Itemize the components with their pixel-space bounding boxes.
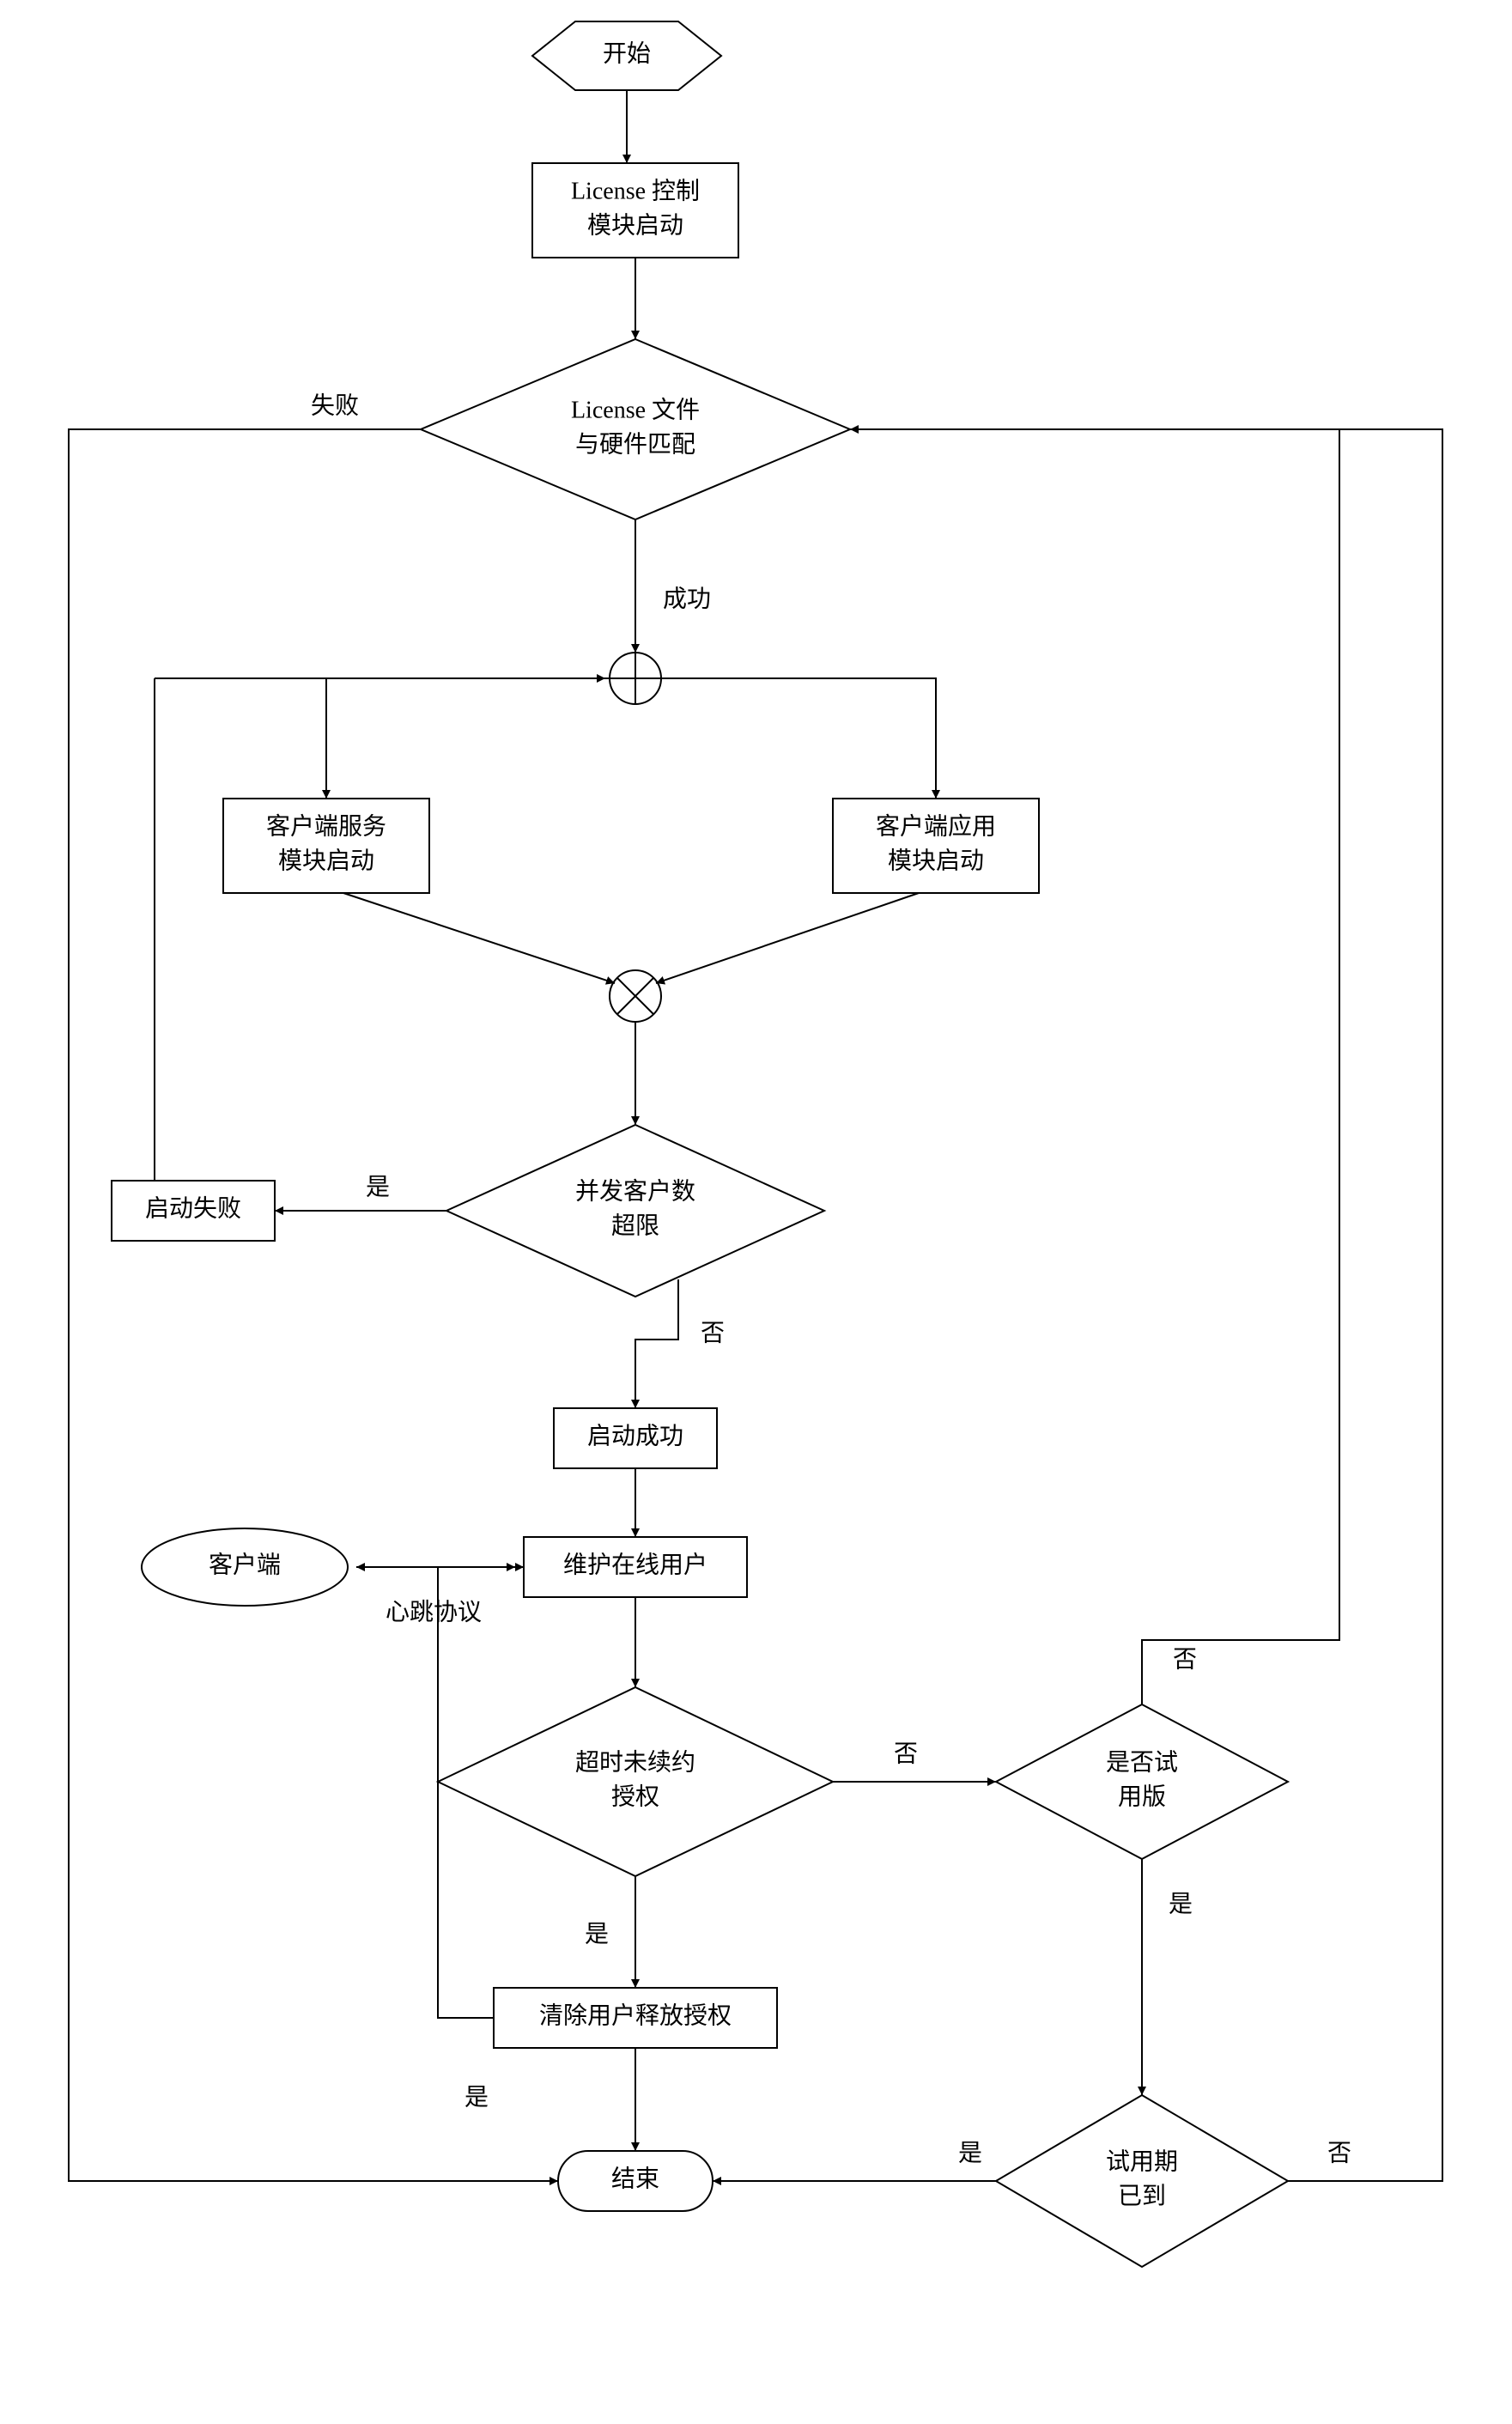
start-ok-label: 启动成功 [587, 1422, 683, 1449]
client-app-line1: 客户端应用 [876, 812, 996, 840]
client-label: 客户端 [209, 1551, 281, 1578]
label-success: 成功 [663, 585, 711, 612]
edge-app-x [656, 893, 919, 983]
flowchart: 开始 License 控制 模块启动 License 文件 与硬件匹配 客户端服… [0, 0, 1512, 2424]
overlimit-line2: 超限 [611, 1212, 659, 1239]
edge-overlimit-ok [635, 1279, 678, 1408]
label-yes-due: 是 [958, 2140, 982, 2166]
match-line2: 与硬件匹配 [575, 430, 695, 458]
label-no-auth: 否 [894, 1741, 918, 1767]
node-license-start: License 控制 模块启动 [532, 163, 738, 258]
end-label: 结束 [611, 2165, 659, 2192]
client-app-line2: 模块启动 [888, 847, 984, 874]
edge-service-x [343, 893, 615, 983]
client-service-line2: 模块启动 [278, 847, 374, 874]
client-service-line1: 客户端服务 [266, 812, 386, 840]
node-trial-due: 试用期 已到 [996, 2095, 1288, 2267]
overlimit-line1: 并发客户数 [575, 1177, 695, 1205]
node-end-auth: 超时未续约 授权 [438, 1687, 833, 1876]
end-auth-line2: 授权 [611, 1783, 659, 1810]
node-clear: 清除用户释放授权 [494, 1988, 777, 2048]
label-heartbeat: 心跳协议 [386, 1598, 482, 1625]
label-no-overlimit: 否 [701, 1320, 725, 1346]
start-fail-label: 启动失败 [145, 1194, 241, 1222]
node-start-ok: 启动成功 [554, 1408, 717, 1468]
license-start-line2: 模块启动 [587, 211, 683, 239]
node-client-service: 客户端服务 模块启动 [223, 799, 429, 893]
label-no-trial: 否 [1173, 1646, 1197, 1673]
node-start: 开始 [532, 21, 721, 90]
node-join-x [610, 970, 661, 1022]
trial-line2: 用版 [1118, 1783, 1166, 1810]
node-start-fail: 启动失败 [112, 1181, 275, 1241]
label-yes-clear: 是 [465, 2084, 489, 2111]
node-client: 客户端 [142, 1528, 348, 1606]
edge-trial-no-match [850, 429, 1339, 1704]
trial-due-line2: 已到 [1118, 2183, 1166, 2209]
label-no-due: 否 [1327, 2140, 1351, 2166]
node-end: 结束 [558, 2151, 713, 2211]
label-yes-trial: 是 [1169, 1891, 1193, 1917]
maintain-label: 维护在线用户 [563, 1551, 707, 1578]
label-yes-overlimit: 是 [366, 1174, 390, 1200]
edge-due-no-match [850, 429, 1442, 2181]
node-trial: 是否试 用版 [996, 1704, 1288, 1859]
edge-plus-app [661, 678, 936, 799]
label-fail: 失败 [311, 392, 359, 419]
match-line1: License 文件 [571, 396, 700, 423]
node-maintain: 维护在线用户 [524, 1537, 747, 1597]
clear-label: 清除用户释放授权 [539, 2002, 732, 2029]
start-label: 开始 [603, 39, 651, 67]
node-match: License 文件 与硬件匹配 [421, 339, 850, 519]
edge-match-fail-end [69, 429, 558, 2181]
end-auth-line1: 超时未续约 [575, 1748, 695, 1776]
trial-due-line1: 试用期 [1106, 2148, 1178, 2175]
node-overlimit: 并发客户数 超限 [446, 1125, 824, 1297]
license-start-line1: License 控制 [571, 177, 700, 204]
trial-line1: 是否试 [1106, 1748, 1178, 1776]
label-yes-auth: 是 [585, 1921, 609, 1947]
node-join-plus [610, 653, 661, 704]
node-client-app: 客户端应用 模块启动 [833, 799, 1039, 893]
